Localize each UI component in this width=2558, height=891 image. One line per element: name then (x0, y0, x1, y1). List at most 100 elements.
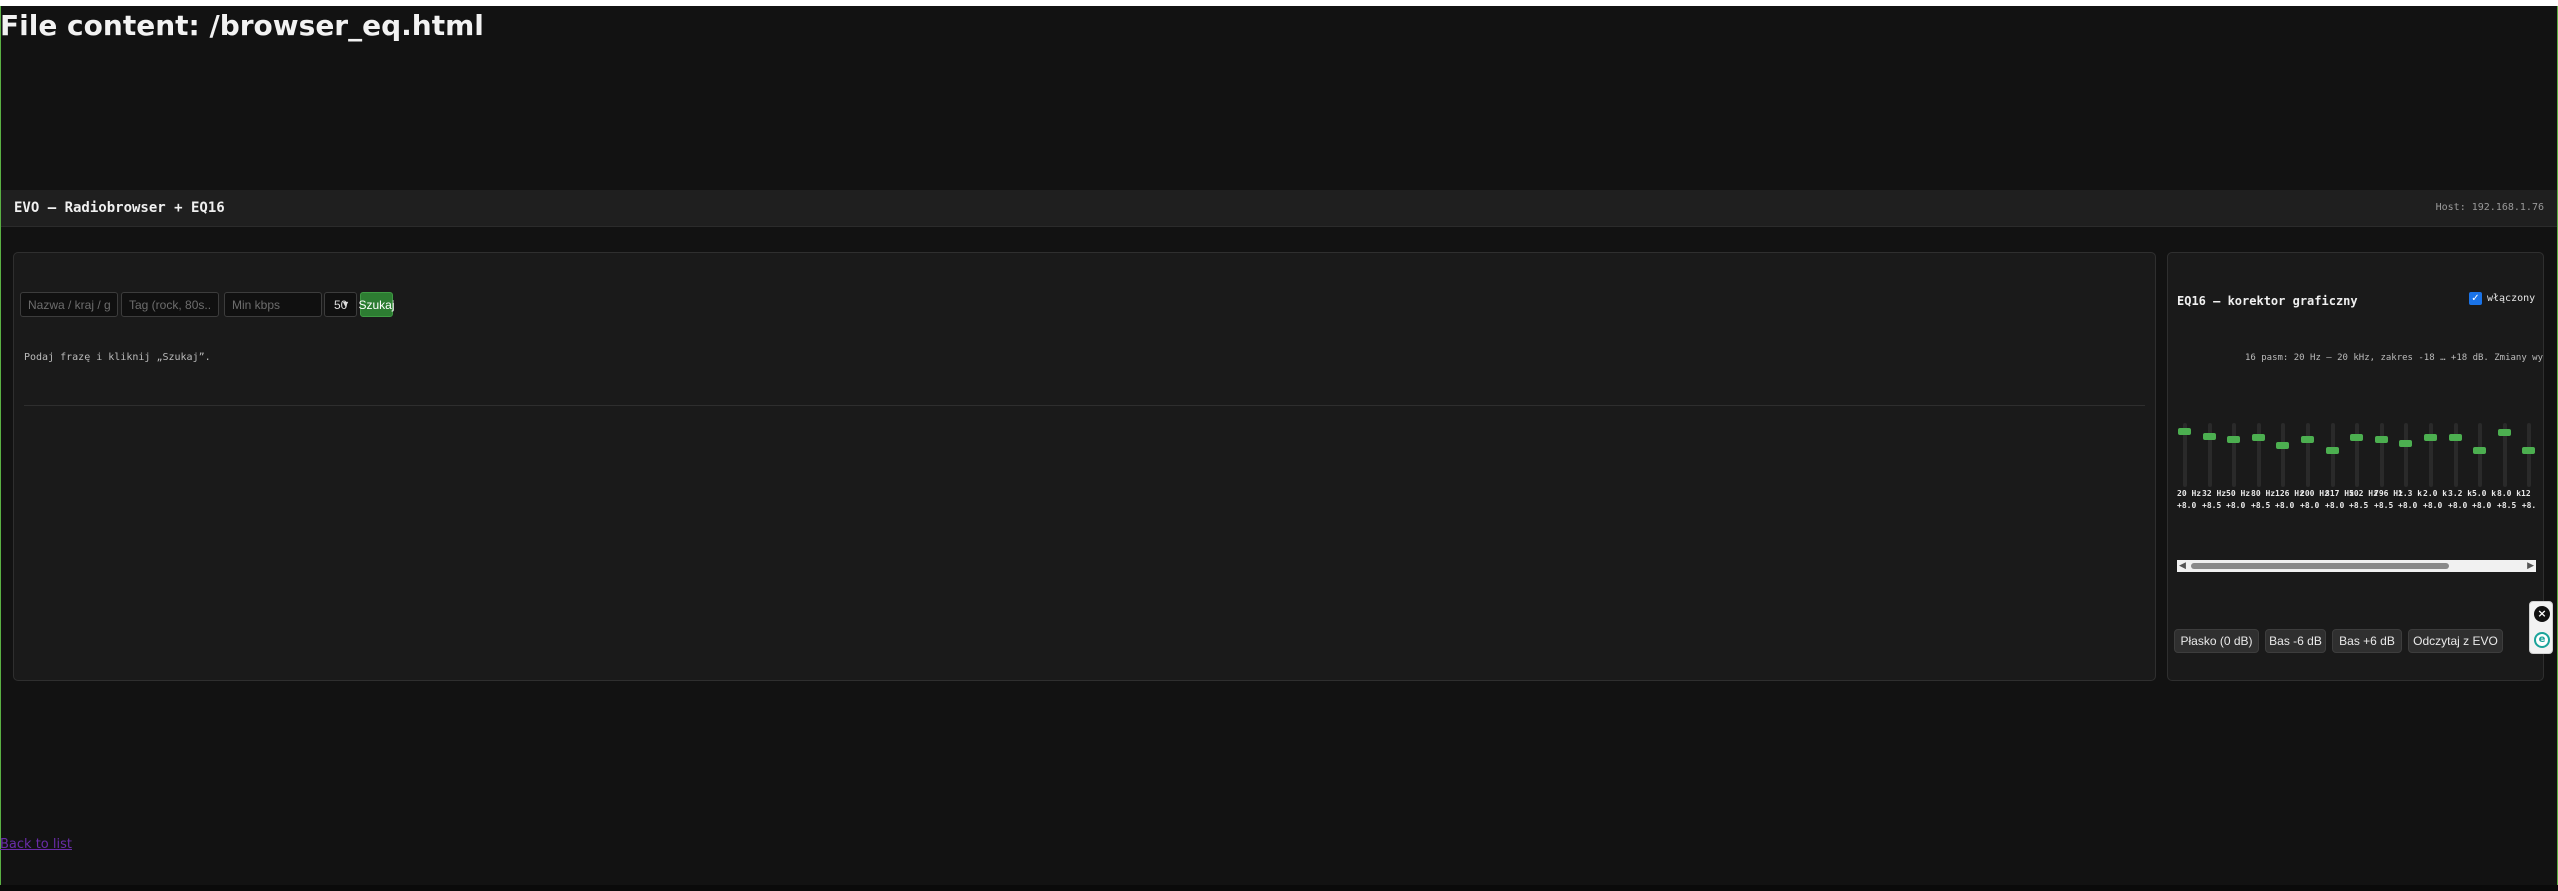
eq-band-frequency: 3.2 k (2448, 489, 2473, 498)
eq-band-gain: +8.0 (2423, 501, 2443, 510)
eq-band-slider-thumb[interactable] (2350, 434, 2363, 441)
radio-browser-panel: 50 ▼ Szukaj Podaj frazę i kliknij „Szuka… (13, 252, 2156, 681)
eq-band-gain: +8.5 (2251, 501, 2271, 510)
eq-band[interactable]: 32 Hz +8.5 (2202, 423, 2227, 513)
eq-band[interactable]: 80 Hz +8.5 (2251, 423, 2276, 513)
eq-band[interactable]: 317 Hz +8.0 (2325, 423, 2354, 513)
eq-band-gain: +8.5 (2349, 501, 2369, 510)
eq-band-slider-thumb[interactable] (2498, 429, 2511, 436)
eq-band-gain: +8.0 (2300, 501, 2320, 510)
eq-band-slider-thumb[interactable] (2449, 434, 2462, 441)
eq-bass-plus-button[interactable]: Bas +6 dB (2332, 629, 2402, 653)
eq-band-gain: +8.0 (2325, 501, 2345, 510)
eq-band-frequency: 8.0 k (2497, 489, 2522, 498)
eq-band-frequency: 1.3 k (2398, 489, 2423, 498)
eq-band[interactable]: 3.2 k +8.0 (2448, 423, 2473, 513)
eq-band[interactable]: 50 Hz +8.0 (2226, 423, 2250, 513)
eq-band[interactable]: 200 Hz +8.0 (2300, 423, 2329, 513)
eq-description: 16 pasm: 20 Hz – 20 kHz, zakres -18 … +1… (2245, 353, 2544, 363)
eq-band-track[interactable] (2257, 423, 2261, 487)
app-header: EVO – Radiobrowser + EQ16 Host: 192.168.… (1, 190, 2557, 227)
eq-band-gain: +8. (2521, 501, 2536, 510)
eq-enabled-toggle[interactable]: ✓ włączony (2469, 292, 2535, 305)
eq-band[interactable]: 8.0 k +8.5 (2497, 423, 2522, 513)
eq-band-gain: +8.0 (2226, 501, 2246, 510)
eq-band-track[interactable] (2429, 423, 2433, 487)
eq-band-frequency: 80 Hz (2251, 489, 2276, 498)
eq-band-slider-thumb[interactable] (2301, 436, 2314, 443)
page-title: File content: /browser_eq.html (0, 9, 484, 42)
eq-band-track[interactable] (2331, 423, 2335, 487)
eq-band-slider-thumb[interactable] (2473, 447, 2486, 454)
eq-band[interactable]: 126 Hz +8.0 (2275, 423, 2304, 513)
scroll-left-icon[interactable]: ◀ (2179, 561, 2186, 571)
eq-band-track[interactable] (2478, 423, 2482, 487)
name-search-input[interactable] (20, 292, 118, 317)
eq-band-frequency: 20 Hz (2177, 489, 2202, 498)
extension-widget: × e (2529, 601, 2553, 654)
eq-band-slider-thumb[interactable] (2326, 447, 2339, 454)
eq-band-frequency: 502 Hz (2349, 489, 2378, 498)
eq-band-frequency: 32 Hz (2202, 489, 2227, 498)
eq-horizontal-scrollbar[interactable]: ◀ ▶ (2177, 560, 2536, 572)
eq-band-gain: +8.0 (2472, 501, 2492, 510)
tag-search-input[interactable] (121, 292, 219, 317)
chevron-down-icon: ▼ (341, 299, 350, 309)
eq-bands: 20 Hz +8.0 32 Hz +8.5 50 Hz +8.0 80 Hz +8.5 126 … (2177, 423, 2536, 513)
eq-band-track[interactable] (2404, 423, 2408, 487)
scrollbar-thumb[interactable] (2191, 563, 2449, 569)
eq-band-track[interactable] (2355, 423, 2359, 487)
eq-band-slider-thumb[interactable] (2375, 436, 2388, 443)
eq-band[interactable]: 12 k +8. (2521, 423, 2536, 513)
checkbox-checked-icon[interactable]: ✓ (2469, 292, 2482, 305)
eq-band[interactable]: 1.3 k +8.0 (2398, 423, 2423, 513)
back-to-list-link[interactable]: Back to list (0, 837, 72, 852)
eq-band[interactable]: 5.0 k +8.0 (2472, 423, 2497, 513)
eq-band-gain: +8.5 (2374, 501, 2394, 510)
min-kbps-input[interactable] (224, 292, 322, 317)
search-button[interactable]: Szukaj (358, 292, 395, 317)
eq-band-slider-thumb[interactable] (2424, 434, 2437, 441)
eq-band-track[interactable] (2232, 423, 2236, 487)
eq-flat-button[interactable]: Płasko (0 dB) (2174, 629, 2259, 653)
eq-band[interactable]: 20 Hz +8.0 (2177, 423, 2202, 513)
eq-band-frequency: 796 Hz (2374, 489, 2403, 498)
extension-e-icon[interactable]: e (2534, 632, 2550, 648)
eq-title: EQ16 – korektor graficzny (2177, 294, 2358, 308)
eq-band-frequency: 5.0 k (2472, 489, 2497, 498)
eq-band-frequency: 2.0 k (2423, 489, 2448, 498)
eq-panel: EQ16 – korektor graficzny ✓ włączony 16 … (2167, 252, 2544, 681)
results-divider (24, 405, 2145, 406)
eq-band-track[interactable] (2306, 423, 2310, 487)
results-limit-select[interactable]: 50 ▼ (324, 292, 357, 317)
scroll-right-icon[interactable]: ▶ (2527, 561, 2534, 571)
eq-band-slider-thumb[interactable] (2252, 434, 2265, 441)
eq-band-track[interactable] (2454, 423, 2458, 487)
eq-bass-minus-button[interactable]: Bas -6 dB (2265, 629, 2326, 653)
eq-band-frequency: 12 k (2521, 489, 2536, 498)
eq-band-gain: +8.0 (2448, 501, 2468, 510)
eq-band-slider-thumb[interactable] (2399, 440, 2412, 447)
eq-band-gain: +8.0 (2398, 501, 2418, 510)
eq-band-slider-thumb[interactable] (2276, 442, 2289, 449)
eq-band-slider-thumb[interactable] (2178, 428, 2191, 435)
eq-band[interactable]: 502 Hz +8.5 (2349, 423, 2378, 513)
eq-band-track[interactable] (2281, 423, 2285, 487)
close-icon[interactable]: × (2534, 606, 2550, 622)
eq-band-gain: +8.5 (2497, 501, 2517, 510)
eq-band[interactable]: 796 Hz +8.5 (2374, 423, 2403, 513)
eq-band-track[interactable] (2380, 423, 2384, 487)
eq-read-evo-button[interactable]: Odczytaj z EVO (2408, 629, 2503, 653)
bottom-strip (0, 885, 2558, 891)
eq-band-slider-thumb[interactable] (2203, 433, 2216, 440)
eq-enabled-label: włączony (2487, 293, 2536, 304)
eq-band-slider-thumb[interactable] (2522, 447, 2535, 454)
left-border-line (0, 6, 1, 885)
eq-band[interactable]: 2.0 k +8.0 (2423, 423, 2448, 513)
search-hint: Podaj frazę i kliknij „Szukaj”. (24, 352, 211, 363)
eq-band-slider-thumb[interactable] (2227, 436, 2240, 443)
eq-band-gain: +8.5 (2202, 501, 2222, 510)
eq-band-track[interactable] (2527, 423, 2531, 487)
eq-band-frequency: 126 Hz (2275, 489, 2304, 498)
eq-band-frequency: 317 Hz (2325, 489, 2354, 498)
